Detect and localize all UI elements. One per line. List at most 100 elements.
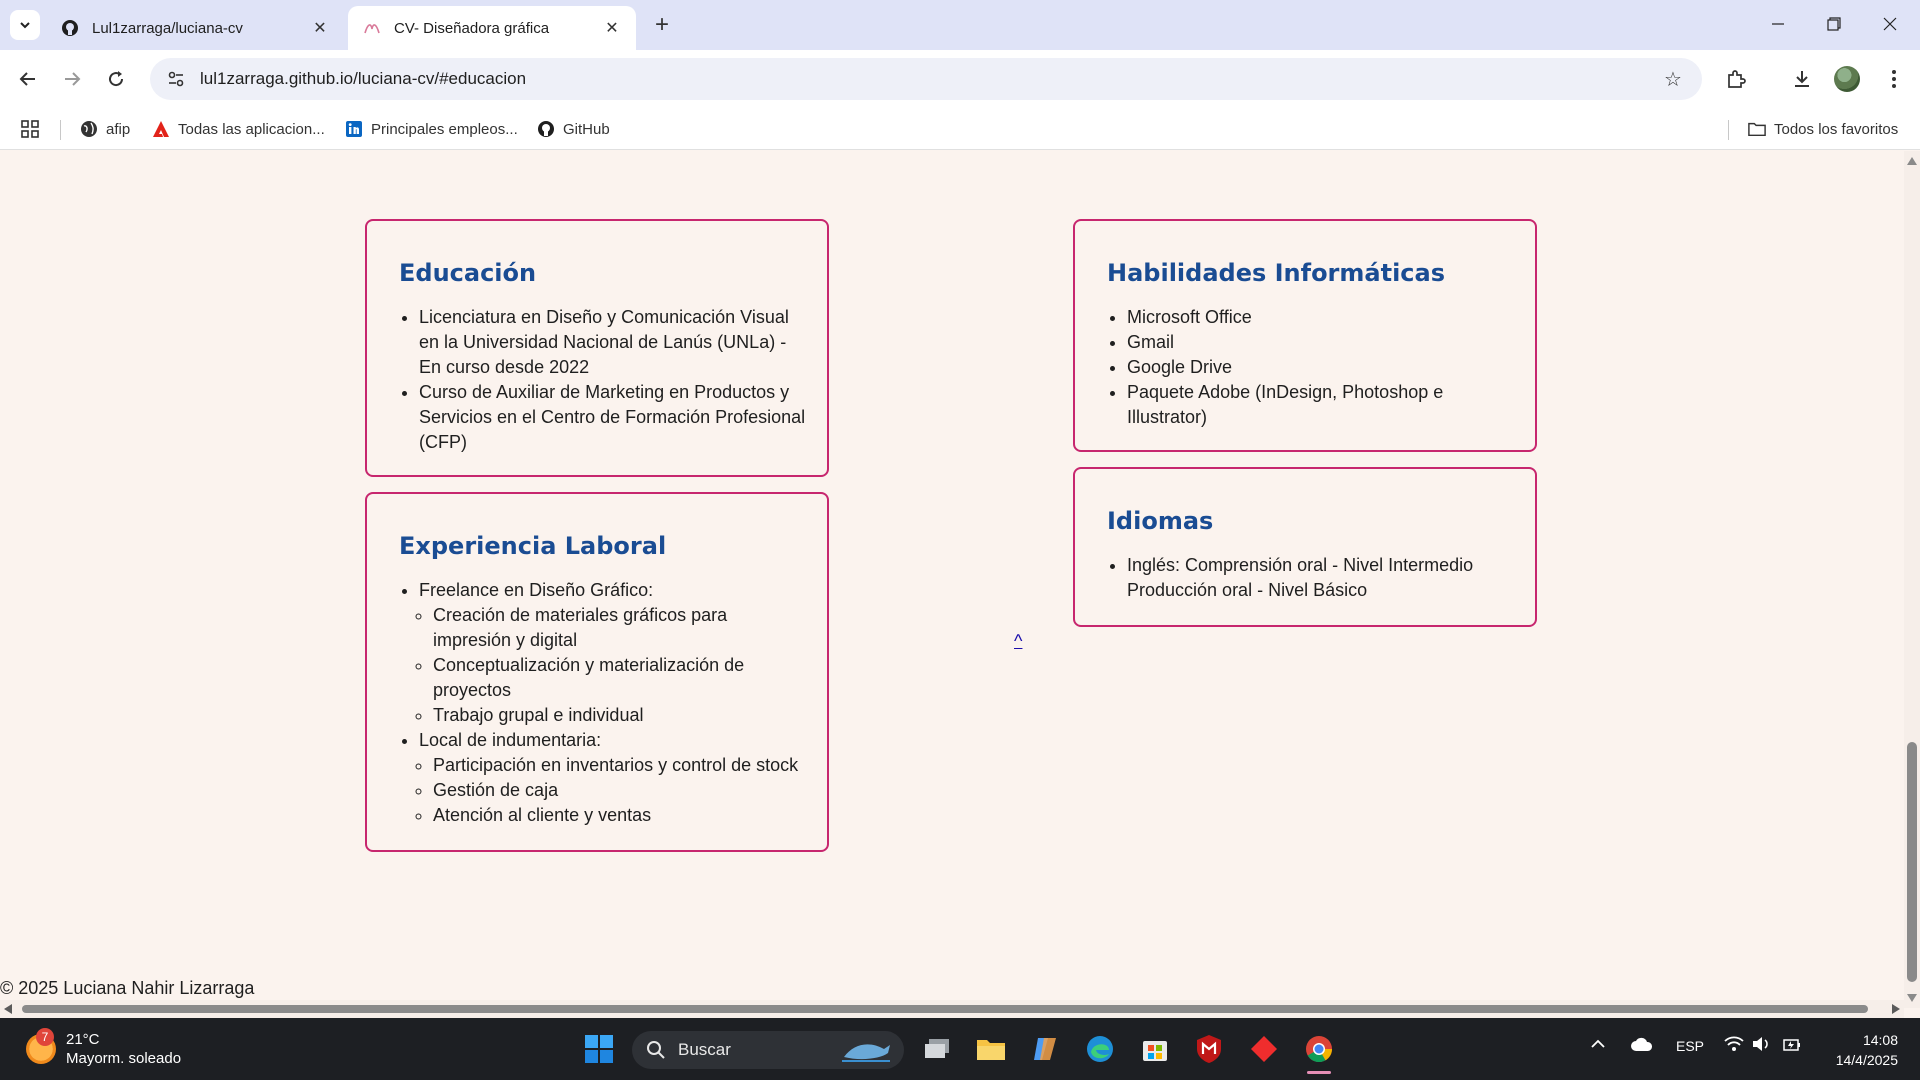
- apps-button[interactable]: [20, 116, 40, 142]
- start-button[interactable]: [580, 1030, 618, 1068]
- new-tab-button[interactable]: +: [648, 11, 676, 39]
- bookmark-afip[interactable]: afip: [80, 116, 130, 142]
- skills-card: Habilidades Informáticas Microsoft Offic…: [1073, 219, 1537, 452]
- folder-icon: [1748, 120, 1766, 138]
- all-bookmarks-button[interactable]: Todos los favoritos: [1748, 116, 1898, 142]
- linkedin-icon: [345, 120, 363, 138]
- globe-icon: [80, 120, 98, 138]
- weather-condition: Mayorm. soleado: [66, 1050, 182, 1067]
- active-indicator: [1307, 1071, 1331, 1074]
- copilot-button[interactable]: [1026, 1030, 1064, 1068]
- show-hidden-icons-button[interactable]: [1590, 1036, 1606, 1055]
- back-to-top-link[interactable]: ^: [1014, 631, 1022, 652]
- back-button[interactable]: [12, 63, 44, 95]
- scroll-down-arrow-icon[interactable]: [1907, 994, 1917, 1002]
- experience-card: Experiencia Laboral Freelance en Diseño …: [365, 492, 829, 852]
- reload-button[interactable]: [100, 63, 132, 95]
- browser-toolbar: lul1zarraga.github.io/luciana-cv/#educac…: [0, 50, 1920, 108]
- tab-search-button[interactable]: [10, 10, 40, 40]
- input-language[interactable]: ESP: [1676, 1038, 1704, 1054]
- volume-button[interactable]: [1752, 1036, 1772, 1055]
- microsoft-store-button[interactable]: [1136, 1030, 1174, 1068]
- chrome-button[interactable]: [1300, 1030, 1338, 1074]
- chevron-down-icon: [20, 22, 30, 29]
- url-text[interactable]: lul1zarraga.github.io/luciana-cv/#educac…: [200, 69, 526, 89]
- scrollbar-thumb[interactable]: [22, 1005, 1868, 1013]
- file-explorer-button[interactable]: [972, 1030, 1010, 1068]
- temperature: 21°C: [66, 1031, 100, 1048]
- close-icon[interactable]: ✕: [310, 18, 330, 38]
- reload-icon: [109, 71, 124, 87]
- menu-button[interactable]: [1878, 63, 1910, 95]
- close-icon[interactable]: ✕: [602, 18, 622, 38]
- github-icon: [537, 120, 555, 138]
- dolphin-icon: [840, 1037, 892, 1068]
- list-item: Conceptualización y materialización de p…: [433, 653, 807, 703]
- notification-badge: 7: [36, 1028, 54, 1046]
- chevron-up-icon: [1591, 1039, 1605, 1048]
- list-item: Gmail: [1127, 330, 1515, 355]
- job-label: Local de indumentaria:: [419, 730, 602, 750]
- anydesk-button[interactable]: [1245, 1030, 1283, 1068]
- github-icon: [60, 18, 80, 38]
- task-view-button[interactable]: [918, 1030, 956, 1068]
- list-item: Creación de materiales gráficos para imp…: [433, 603, 807, 653]
- address-bar[interactable]: lul1zarraga.github.io/luciana-cv/#educac…: [150, 58, 1702, 100]
- scroll-left-arrow-icon[interactable]: [4, 1004, 12, 1014]
- onedrive-button[interactable]: [1630, 1036, 1654, 1055]
- plus-icon: +: [654, 11, 669, 38]
- horizontal-scrollbar[interactable]: [0, 1000, 1904, 1018]
- profile-avatar[interactable]: [1834, 66, 1860, 92]
- scroll-right-arrow-icon[interactable]: [1892, 1004, 1900, 1014]
- bookmark-label: afip: [106, 120, 131, 138]
- forward-button[interactable]: [56, 63, 88, 95]
- divider: [1728, 120, 1729, 140]
- task-list: Creación de materiales gráficos para imp…: [419, 603, 807, 728]
- task-view-icon: [925, 1039, 949, 1058]
- bookmark-star-icon[interactable]: ☆: [1662, 68, 1684, 91]
- section-title: Experiencia Laboral: [399, 532, 667, 560]
- mcafee-button[interactable]: [1190, 1030, 1228, 1068]
- tab-cv[interactable]: CV- Diseñadora gráfica ✕: [348, 6, 636, 50]
- search-icon: [647, 1041, 665, 1059]
- battery-button[interactable]: [1782, 1036, 1802, 1057]
- list-item: Gestión de caja: [433, 778, 807, 803]
- list-item: Curso de Auxiliar de Marketing en Produc…: [419, 380, 807, 455]
- list-item: Participación en inventarios y control d…: [433, 753, 807, 778]
- restore-button[interactable]: [1814, 8, 1854, 40]
- close-window-button[interactable]: [1870, 8, 1910, 40]
- bookmark-linkedin-jobs[interactable]: Principales empleos...: [345, 116, 518, 142]
- clock[interactable]: 14:08 14/4/2025: [1818, 1030, 1898, 1070]
- download-icon: [1795, 71, 1809, 87]
- search-label: Buscar: [678, 1040, 731, 1059]
- scroll-up-arrow-icon[interactable]: [1907, 157, 1917, 165]
- wifi-button[interactable]: [1724, 1036, 1744, 1055]
- store-icon: [1143, 1041, 1167, 1061]
- tab-github-repo[interactable]: Lul1zarraga/luciana-cv ✕: [46, 6, 344, 50]
- extensions-button[interactable]: [1720, 63, 1752, 95]
- time: 14:08: [1862, 1032, 1898, 1048]
- list-item: Microsoft Office: [1127, 305, 1515, 330]
- taskbar-search[interactable]: Buscar: [632, 1031, 904, 1069]
- apps-grid-icon: [21, 120, 39, 138]
- restore-icon: [1827, 17, 1841, 31]
- vertical-scrollbar[interactable]: [1904, 151, 1920, 1008]
- scrollbar-thumb[interactable]: [1907, 742, 1917, 982]
- weather-widget[interactable]: 7 21°C Mayorm. soleado: [26, 1028, 182, 1068]
- minimize-icon: [1772, 23, 1784, 25]
- downloads-button[interactable]: [1786, 63, 1818, 95]
- bookmark-adobe-apps[interactable]: Todas las aplicacion...: [152, 116, 325, 142]
- date: 14/4/2025: [1835, 1052, 1898, 1068]
- bookmark-github[interactable]: GitHub: [537, 116, 610, 142]
- bookmark-label: Todas las aplicacion...: [178, 120, 325, 138]
- site-info-icon[interactable]: [156, 58, 196, 100]
- wifi-icon: [1724, 1036, 1744, 1051]
- minimize-button[interactable]: [1758, 8, 1798, 40]
- edge-icon: [1087, 1036, 1113, 1062]
- job-label: Freelance en Diseño Gráfico:: [419, 580, 654, 600]
- task-list: Participación en inventarios y control d…: [419, 753, 807, 828]
- cloud-icon: [1631, 1037, 1653, 1051]
- edge-button[interactable]: [1081, 1030, 1119, 1068]
- tab-title: CV- Diseñadora gráfica: [394, 19, 550, 37]
- education-card: Educación Licenciatura en Diseño y Comun…: [365, 219, 829, 477]
